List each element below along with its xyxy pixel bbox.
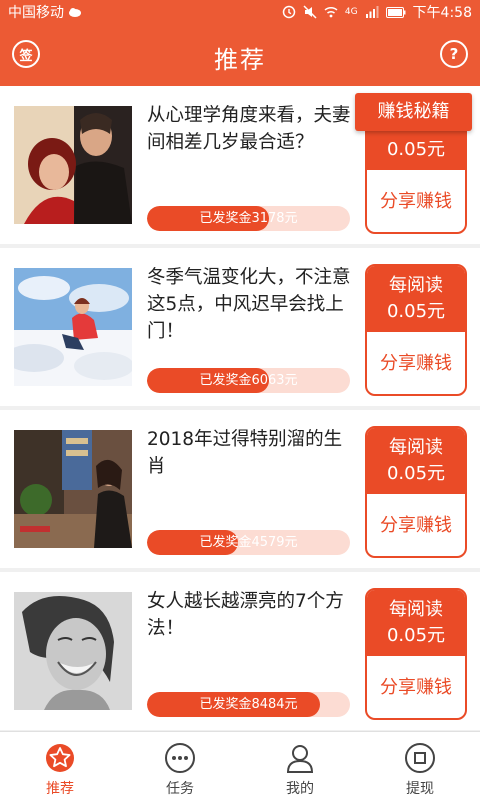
reward-rate: 每阅读 0.05元 (367, 590, 465, 656)
reward-per-read-label: 每阅读 (389, 437, 443, 458)
tab-recommend[interactable]: 推荐 (0, 732, 120, 800)
person-icon (286, 745, 314, 773)
article-title[interactable]: 冬季气温变化大，不注意这5点，中风迟早会找上门！ (147, 264, 355, 345)
bonus-paid-label: 已发奖金6063元 (199, 373, 298, 388)
tab-label: 我的 (286, 781, 314, 797)
reward-rate: 每阅读 0.05元 (367, 266, 465, 332)
withdraw-icon (405, 743, 435, 773)
bonus-progress: 已发奖金8484元 (147, 692, 350, 717)
article-title[interactable]: 2018年过得特别溜的生肖 (147, 426, 355, 480)
mute-icon (303, 5, 317, 19)
article-card[interactable]: 冬季气温变化大，不注意这5点，中风迟早会找上门！ 已发奖金6063元 每阅读 0.… (0, 248, 480, 406)
bonus-paid-label: 已发奖金4579元 (199, 535, 298, 550)
carrier-label: 中国移动 (8, 5, 64, 21)
wifi-icon (324, 6, 338, 18)
couple-photo (14, 106, 132, 224)
reward-amount: 0.05元 (386, 625, 446, 646)
reward-rate: 每阅读 0.05元 (367, 428, 465, 494)
tab-withdraw[interactable]: 提现 (360, 732, 480, 800)
bonus-progress: 已发奖金3178元 (147, 206, 350, 231)
reward-amount: 0.05元 (386, 139, 446, 160)
street-photo (14, 430, 132, 548)
bonus-progress: 已发奖金4579元 (147, 530, 350, 555)
share-earn-button[interactable]: 分享赚钱 (367, 170, 465, 232)
share-earn-button[interactable]: 分享赚钱 (367, 494, 465, 556)
bonus-progress: 已发奖金6063元 (147, 368, 350, 393)
article-title[interactable]: 从心理学角度来看，夫妻间相差几岁最合适？ (147, 102, 355, 156)
share-earn-button[interactable]: 分享赚钱 (367, 332, 465, 394)
earning-tips-button[interactable]: 赚钱秘籍 (355, 93, 472, 131)
reward-amount: 0.05元 (386, 463, 446, 484)
network-label: 4G (344, 7, 358, 17)
article-card[interactable]: 女人越长越漂亮的7个方法！ 已发奖金8484元 每阅读 0.05元 分享赚钱 (0, 572, 480, 730)
bonus-paid-label: 已发奖金3178元 (199, 211, 298, 226)
reward-box: 每阅读 0.05元 分享赚钱 (365, 264, 467, 396)
reward-per-read-label: 每阅读 (389, 599, 443, 620)
reward-box: 每阅读 0.05元 分享赚钱 (365, 588, 467, 720)
star-icon (46, 744, 74, 772)
alarm-icon (282, 5, 296, 19)
cloud-icon (69, 8, 81, 17)
bottom-tab-bar: 推荐 任务 我的 提现 (0, 731, 480, 800)
reward-box: 每阅读 0.05元 分享赚钱 (365, 426, 467, 558)
signal-icon (365, 6, 379, 18)
help-icon: ? (449, 45, 459, 63)
reward-amount: 0.05元 (386, 301, 446, 322)
help-button[interactable]: ? (440, 40, 468, 68)
dots-icon (165, 743, 195, 773)
tab-label: 任务 (166, 781, 194, 797)
article-list[interactable]: 从心理学角度来看，夫妻间相差几岁最合适？ 已发奖金3178元 每阅读 0.05元 … (0, 86, 480, 731)
tab-label: 推荐 (46, 781, 74, 797)
bonus-paid-label: 已发奖金8484元 (199, 697, 298, 712)
article-card[interactable]: 2018年过得特别溜的生肖 已发奖金4579元 每阅读 0.05元 分享赚钱 (0, 410, 480, 568)
tab-mine[interactable]: 我的 (240, 732, 360, 800)
woman-laughing-photo (14, 592, 132, 710)
snow-photo (14, 268, 132, 386)
reward-per-read-label: 每阅读 (389, 275, 443, 296)
article-title[interactable]: 女人越长越漂亮的7个方法！ (147, 588, 355, 642)
tab-label: 提现 (406, 781, 434, 797)
page-title: 推荐 (214, 46, 266, 74)
share-earn-button[interactable]: 分享赚钱 (367, 656, 465, 718)
tab-tasks[interactable]: 任务 (120, 732, 240, 800)
battery-icon (385, 6, 406, 18)
app-header: 签 推荐 ? (0, 24, 480, 86)
status-bar: 中国移动 4G 下午4:58 (0, 0, 480, 24)
clock-label: 下午4:58 (412, 5, 472, 21)
